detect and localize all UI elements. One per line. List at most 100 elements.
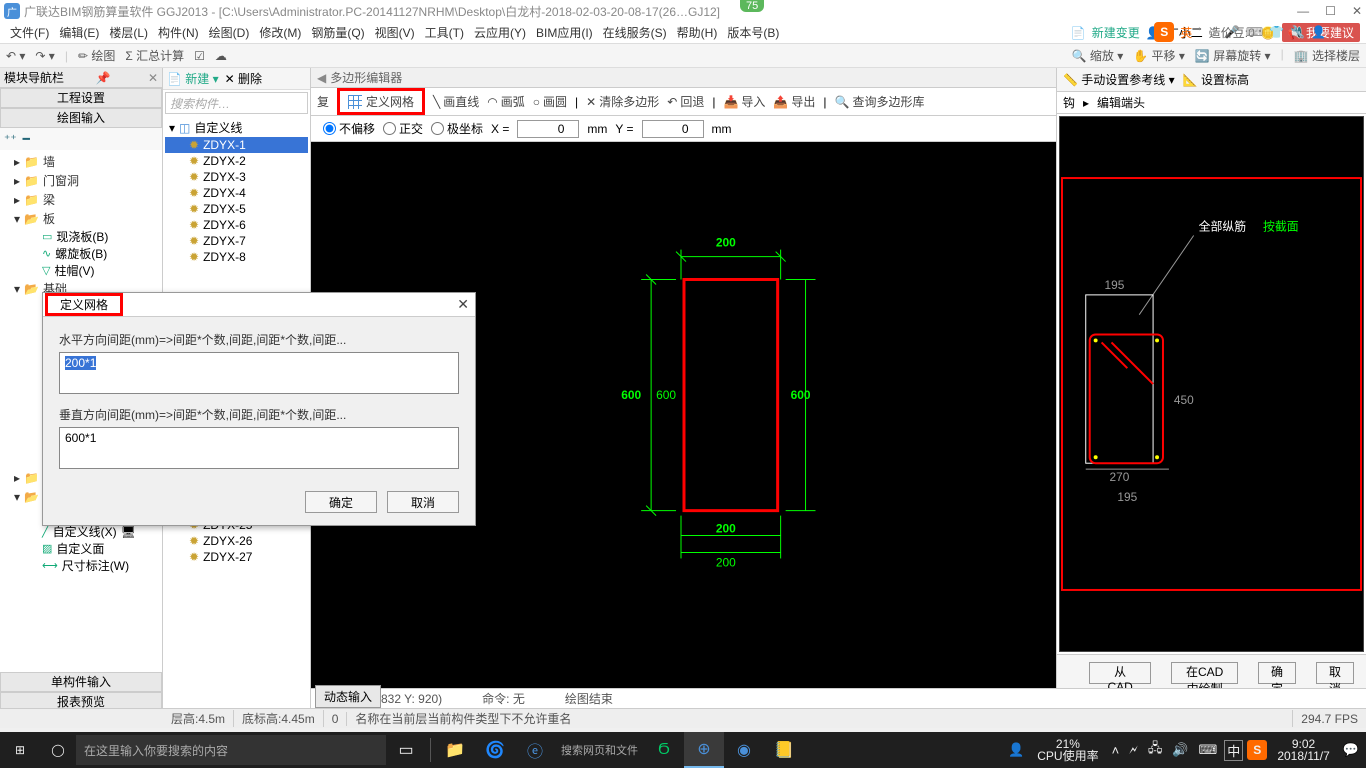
menu-help[interactable]: 帮助(H) [673, 24, 722, 41]
tray-network-icon[interactable]: 🖧 [1145, 739, 1166, 761]
comp-item[interactable]: ✹ZDYX-26 [165, 533, 308, 549]
tray-keyboard-icon[interactable]: ⌨ [1196, 742, 1221, 758]
x-input[interactable] [517, 120, 579, 138]
clear-poly-button[interactable]: ✕ 清除多边形 [586, 93, 659, 110]
edit-end-button[interactable]: 编辑端头 [1097, 94, 1145, 111]
dialog-close-button[interactable]: ✕ [457, 296, 469, 313]
menu-online[interactable]: 在线服务(S) [599, 24, 671, 41]
tray-user-icon[interactable]: 👤 [1005, 742, 1027, 758]
dialog-cancel-button[interactable]: 取消 [387, 491, 459, 513]
cortana-button[interactable]: ◯ [40, 743, 76, 757]
section-ok-button[interactable]: 确定 [1258, 662, 1296, 684]
draw-circle-button[interactable]: ○ 画圆 [533, 93, 567, 110]
undo-button[interactable]: ↶ ▾ [6, 49, 25, 63]
undo-poly-button[interactable]: ↶ 回退 [667, 93, 704, 110]
section-engineering[interactable]: 工程设置 [0, 88, 162, 108]
start-button[interactable]: ⊞ [0, 732, 40, 768]
app-notes[interactable]: 📒 [764, 732, 804, 768]
sigma-button[interactable]: Σ 汇总计算 [125, 47, 184, 64]
redo-button[interactable]: ↷ ▾ [35, 49, 54, 63]
no-offset-radio[interactable]: 不偏移 [323, 120, 375, 137]
export-button[interactable]: 📤 导出 [773, 93, 815, 110]
cpu-usage[interactable]: 21%CPU使用率 [1031, 738, 1104, 762]
menu-floor[interactable]: 楼层(L) [105, 24, 152, 41]
taskbar-search[interactable]: 在这里输入你要搜索的内容 [76, 735, 386, 765]
dynamic-input-button[interactable]: 动态输入 [315, 685, 381, 708]
tray-up-icon[interactable]: ˄ [1109, 743, 1123, 758]
cad-draw-button[interactable]: 在CAD中绘制截面图 [1171, 662, 1238, 684]
app-blue[interactable]: ◉ [724, 732, 764, 768]
polar-radio[interactable]: 极坐标 [431, 120, 483, 137]
ime-user-icon[interactable]: 👤 [1311, 25, 1326, 39]
tray-sogou-icon[interactable]: S [1247, 740, 1267, 760]
back-arrow-icon[interactable]: ◀ [317, 71, 326, 85]
h-spacing-input[interactable]: 200*1 [59, 352, 459, 394]
section-view[interactable]: 全部纵筋 按截面 195 450 270 195 [1059, 116, 1364, 652]
mode-icon-1[interactable]: ⁺⁺ [4, 132, 17, 146]
menu-view[interactable]: 视图(V) [371, 24, 419, 41]
tray-volume-icon[interactable]: 🔊 [1169, 742, 1191, 758]
set-ref-button[interactable]: 📏 手动设置参考线 ▾ [1063, 71, 1175, 88]
menu-bim[interactable]: BIM应用(I) [532, 24, 597, 41]
nav-pin-icon[interactable]: 📌 [96, 71, 111, 85]
comp-item[interactable]: ✹ZDYX-6 [165, 217, 308, 233]
zoom-button[interactable]: 🔍 缩放 ▾ [1072, 47, 1124, 64]
import-button[interactable]: 📥 导入 [723, 93, 765, 110]
draw-button[interactable]: ✏ 绘图 [78, 47, 115, 64]
maximize-button[interactable]: ☐ [1325, 4, 1336, 18]
tray-battery-icon[interactable]: 🗲 [1126, 742, 1141, 758]
comp-item[interactable]: ✹ZDYX-5 [165, 201, 308, 217]
section-draw-input[interactable]: 绘图输入 [0, 108, 162, 128]
set-dim-button[interactable]: 📐 设置标高 [1183, 71, 1249, 88]
v-spacing-input[interactable]: 600*1 [59, 427, 459, 469]
section-single-input[interactable]: 单构件输入 [0, 672, 162, 692]
menu-edit[interactable]: 编辑(E) [55, 24, 103, 41]
search-components-input[interactable]: 搜索构件… [165, 92, 308, 114]
cloud-icon[interactable]: ☁ [215, 49, 227, 63]
define-grid-button[interactable]: 定义网格 [337, 88, 425, 115]
section-cancel-button[interactable]: 取消 [1316, 662, 1354, 684]
pan-button[interactable]: ✋ 平移 ▾ [1133, 47, 1185, 64]
rotate-button[interactable]: 🔄 屏幕旋转 ▾ [1195, 47, 1271, 64]
draw-arc-button[interactable]: ◠ 画弧 [487, 93, 525, 110]
query-poly-button[interactable]: 🔍 查询多边形库 [835, 93, 925, 110]
new-component-button[interactable]: 📄 新建 ▾ [167, 70, 219, 87]
y-input[interactable] [642, 120, 704, 138]
tray-clock[interactable]: 9:022018/11/7 [1271, 738, 1336, 762]
app-swirl[interactable]: 🌀 [475, 732, 515, 768]
app-qihoo[interactable]: Ϭ [644, 732, 684, 768]
ortho-radio[interactable]: 正交 [383, 120, 423, 137]
comp-root[interactable]: ▾◫自定义线 [165, 118, 308, 137]
ime-skin-icon[interactable]: 👕 [1269, 25, 1284, 39]
ime-face-icon[interactable]: ☺ [1207, 25, 1219, 39]
new-change-button[interactable]: 新建变更 [1092, 24, 1140, 41]
menu-component[interactable]: 构件(N) [154, 24, 203, 41]
dialog-ok-button[interactable]: 确定 [305, 491, 377, 513]
minimize-button[interactable]: — [1297, 4, 1309, 18]
hook-button[interactable]: 钩 [1063, 94, 1075, 111]
menu-modify[interactable]: 修改(M) [255, 24, 305, 41]
menu-cloud[interactable]: 云应用(Y) [470, 24, 530, 41]
ime-toolbar[interactable]: S 英 ' ☺ 🎤 ⌨ 👕 🔧 👤 [1154, 22, 1326, 42]
ime-mic-icon[interactable]: 🎤 [1225, 25, 1240, 39]
menu-tools[interactable]: 工具(T) [421, 24, 468, 41]
comp-item[interactable]: ✹ZDYX-2 [165, 153, 308, 169]
comp-item[interactable]: ✹ZDYX-27 [165, 549, 308, 565]
app-ie[interactable]: ⓔ [515, 732, 555, 768]
copy-button[interactable]: 复 [317, 93, 329, 110]
comp-item[interactable]: ✹ZDYX-8 [165, 249, 308, 265]
comp-item[interactable]: ✹ZDYX-7 [165, 233, 308, 249]
menu-file[interactable]: 文件(F) [6, 24, 53, 41]
menu-draw[interactable]: 绘图(D) [205, 24, 254, 41]
tray-ime[interactable]: 中 [1224, 740, 1243, 761]
check-icon[interactable]: ☑ [194, 49, 205, 63]
close-button[interactable]: ✕ [1352, 4, 1362, 18]
delete-component-button[interactable]: ✕ 删除 [225, 70, 262, 87]
app-glodon[interactable]: ⊕ [684, 732, 724, 768]
menu-rebar[interactable]: 钢筋量(Q) [307, 24, 368, 41]
comp-item[interactable]: ✹ZDYX-3 [165, 169, 308, 185]
cad-pick-button[interactable]: 从CAD选择截面图 [1089, 662, 1151, 684]
mode-icon-2[interactable]: ━ [23, 132, 30, 146]
select-floor-button[interactable]: 🏢 选择楼层 [1294, 47, 1360, 64]
task-view-button[interactable]: ▭ [386, 732, 426, 768]
